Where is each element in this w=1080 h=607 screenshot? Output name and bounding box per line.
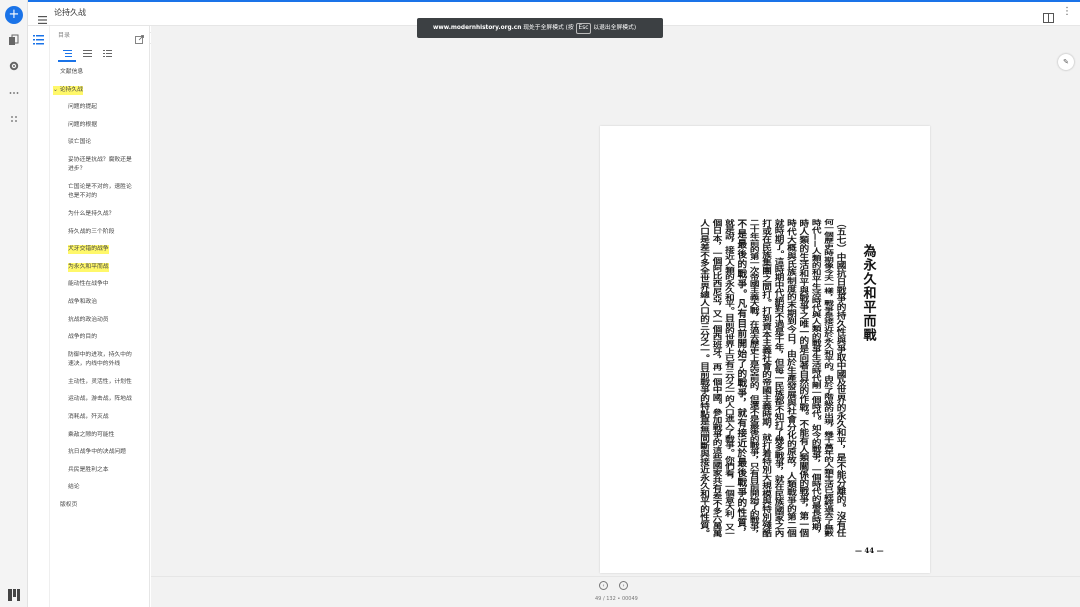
document-viewer[interactable]: 為永久和平而戰 （五七）中國抗日戰爭的持久性與爭取中國及世界的永久和平，是不能分離…	[151, 26, 1080, 576]
toc-section[interactable]: 消耗战，歼灭战	[68, 413, 109, 422]
toc-item-label: 消耗战，歼灭战	[68, 414, 109, 420]
settings-icon[interactable]	[7, 59, 21, 73]
scan-text-column: （五七）中國抗日戰爭的持久性與爭取中國及世界的永久和平，是不能分離的。沒有任	[835, 219, 848, 538]
more-horizontal-icon[interactable]	[7, 86, 21, 100]
toc-section[interactable]: 抗战的政治动员	[68, 316, 109, 325]
toc-section[interactable]: 兵民是胜利之本	[68, 466, 109, 475]
toast-text-before: 现处于全屏模式 (按	[521, 25, 574, 31]
page-navigation: ‹ › 49 / 132 • 00049	[151, 576, 1080, 607]
toc-section[interactable]: 战争的目的	[68, 333, 97, 342]
toc-section[interactable]: 运动战，游击战，阵地战	[68, 395, 132, 404]
book-view-icon[interactable]	[1043, 8, 1054, 23]
page-code: 00049	[621, 596, 638, 602]
scan-text-column: 打或在民族集團之間打。打到資本主義社會的帝國主義時期，就打着特別大規模與特別殘酷	[760, 219, 773, 538]
toc-strip	[28, 26, 50, 607]
scan-heading: 為永久和平而戰	[861, 243, 878, 342]
esc-key: Esc	[575, 23, 592, 34]
toc-chapter[interactable]: ⌄ 论持久战	[53, 85, 83, 95]
toc-item-label: 犬牙交错的战争	[68, 246, 109, 253]
export-icon[interactable]	[135, 29, 144, 44]
toc-item-label: 能动性在战争中	[68, 281, 109, 288]
toc-item-label: 为永久和平而战	[68, 263, 109, 270]
toc-section[interactable]: 问题的提起	[68, 103, 97, 112]
scan-text-column: 何一個歷史時期像今天一樣，戰爭是接近於永久和平的。由於了階級的出現，幾千萬年的人…	[822, 219, 835, 538]
scan-text-column: 個日本，一個阿比西尼亞，又一個西班牙，再一個中國。參加戰爭的這些國家共有差不多六…	[711, 219, 724, 538]
toc-panel: 目录 文献信息 ⌄ 论持久战问题的提起问题的根据驳亡国论妥协还是抗战？腐败还是进步…	[28, 26, 150, 607]
fullscreen-toast: www.modernhistory.org.cn 现处于全屏模式 (按 Esc …	[417, 18, 663, 38]
document-title: 论持久战	[54, 8, 86, 17]
toc-section[interactable]: 持久战的三个阶段	[68, 228, 114, 237]
scan-text-column: 不是最後的戰爭。凡有目前開始了的戰爭，就有接近於最後戰爭的性質，	[735, 219, 748, 537]
toc-section[interactable]: 乘敌之隙的可能性	[68, 431, 114, 440]
chevron-down-icon[interactable]: ⌄	[53, 87, 60, 93]
toc-chapter[interactable]: 文献信息	[60, 68, 83, 77]
view-tabs	[58, 46, 148, 62]
more-vertical-icon[interactable]: ⋮	[1062, 6, 1072, 17]
toc-item-label: 持久战的三个阶段	[68, 228, 115, 235]
toc-title: 目录	[58, 32, 71, 39]
next-page-button[interactable]: ›	[619, 581, 628, 590]
scan-text-column: 時人類的生活和平與戰爭之唯一的是向著自然的作戰。不能有人類關係的戰爭，第一個	[797, 219, 810, 538]
library-icon[interactable]	[7, 33, 21, 47]
toc-item-label: 战争的目的	[68, 334, 97, 341]
toc-item-label: 兵民是胜利之本	[68, 466, 109, 473]
scan-text-column: 時代——人類的和平生活時代與人類的戰爭生活時代剛一個時代。如今的戰爭，一個時代的…	[810, 219, 823, 537]
toc-item-label: 为什么是持久战？	[68, 211, 115, 217]
toc-item-label: 问题的提起	[68, 104, 97, 111]
toc-list-icon[interactable]	[33, 30, 44, 45]
toc-section[interactable]: 防御中的进攻，持久中的速决，内线中的外线	[68, 351, 134, 369]
toc-section[interactable]: 驳亡国论	[68, 138, 91, 147]
tab-detail[interactable]	[98, 46, 116, 62]
scan-text-column: 二十年前的第一次帝國主義大戰，在過去歷史上是空前的，但還不是最後的戰爭，只有目前…	[748, 219, 761, 537]
toc-item-label: 乘敌之隙的可能性	[68, 431, 115, 438]
toc-section[interactable]: 问题的根据	[68, 121, 97, 130]
current-page: 49	[595, 596, 602, 602]
toc-section[interactable]: 妥协还是抗战？腐败还是进步？	[68, 156, 134, 174]
toast-site: www.modernhistory.org.cn	[433, 25, 522, 31]
toc-item-label: 问题的根据	[68, 121, 97, 128]
toc-item-label: 版权页	[60, 502, 78, 508]
new-button[interactable]: +	[5, 6, 23, 24]
scanned-page-image: 為永久和平而戰 （五七）中國抗日戰爭的持久性與爭取中國及世界的永久和平，是不能分離…	[698, 219, 884, 555]
toc-item-label: 抗战的政治动员	[68, 316, 109, 323]
toc-item-label: 结论	[68, 484, 80, 491]
tab-outline[interactable]	[58, 46, 76, 62]
app-logo-icon	[7, 587, 21, 601]
toc-item-label: 主动性，灵活性，计划性	[68, 378, 132, 385]
toc-item-label: 亡国论是不对的，速胜论也是不对的	[68, 184, 132, 199]
toc-item-label: 驳亡国论	[68, 139, 92, 146]
grid-dots-icon[interactable]	[7, 112, 21, 126]
scan-text-column: 人口是差不多全世界總人口的三分之一。目前戰爭的特點是無間斷與接近永久和平的性質。	[698, 219, 711, 537]
toc-item-label: 论持久战	[59, 86, 83, 93]
toc-item-label: 文献信息	[60, 69, 84, 75]
toc-section[interactable]: 犬牙交错的战争	[68, 245, 109, 255]
scan-text-column: 就時期了。這時期中代絕對不過是千年，但每一民族都不知打了幾多戰爭，就在民族國家之…	[773, 219, 786, 538]
toc-section[interactable]: 为什么是持久战？	[68, 210, 114, 219]
toc-item-label: 防御中的进攻，持久中的速决，内线中的外线	[68, 351, 132, 367]
left-rail: +	[0, 0, 28, 607]
toc-chapter[interactable]: 版权页	[60, 501, 77, 510]
toc-section[interactable]: 能动性在战争中	[68, 280, 109, 289]
toc-item-label: 妥协还是抗战？腐败还是进步？	[68, 157, 132, 172]
total-pages: 132	[606, 596, 616, 602]
annotation-tools-icon[interactable]: ✎	[1058, 54, 1074, 70]
page-indicator: 49 / 132 • 00049	[595, 596, 638, 602]
menu-icon[interactable]	[38, 9, 47, 24]
toc-section[interactable]: 主动性，灵活性，计划性	[68, 378, 132, 387]
scan-page-number: — 44 —	[855, 546, 884, 555]
toc-item-label: 抗日战争中的决战问题	[68, 449, 126, 456]
toc-section[interactable]: 战争和政治	[68, 298, 97, 307]
toc-section[interactable]: 为永久和平而战	[68, 262, 109, 272]
scanned-page: 為永久和平而戰 （五七）中國抗日戰爭的持久性與爭取中國及世界的永久和平，是不能分離…	[600, 126, 930, 573]
toc-item-label: 战争和政治	[68, 299, 97, 305]
toc-section[interactable]: 结论	[68, 483, 80, 492]
toc-section[interactable]: 亡国论是不对的，速胜论也是不对的	[68, 183, 134, 201]
scan-text-column: 就是說，接近人類的永久和平。目前的世界上已有三分之一的人口進入了戰爭。你們看，一…	[723, 219, 736, 537]
prev-page-button[interactable]: ‹	[599, 581, 608, 590]
scan-text-column: 時代大概與氏族制度的末期到今日，由於生產發展與社會分化的原故，人類戰爭的第二個	[785, 219, 798, 538]
tab-list[interactable]	[78, 46, 96, 62]
toc-section[interactable]: 抗日战争中的决战问题	[68, 448, 126, 457]
toast-text-after: 以退出全屏模式)	[593, 25, 637, 31]
toc-item-label: 运动战，游击战，阵地战	[68, 396, 132, 403]
